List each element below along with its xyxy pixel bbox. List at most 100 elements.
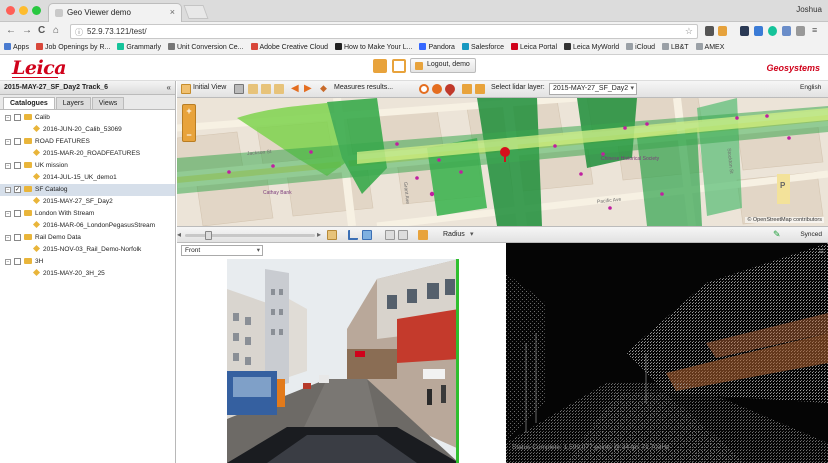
extension-camera-icon[interactable] [782, 26, 791, 36]
close-window-icon[interactable] [6, 6, 15, 15]
save-icon[interactable] [392, 59, 406, 73]
next-extent-icon[interactable]: ▶ [304, 84, 314, 94]
tree-checkbox[interactable] [14, 258, 21, 265]
zoom-in-icon[interactable] [248, 84, 258, 94]
synced-label[interactable]: Synced [800, 231, 822, 238]
expand-toggle-icon[interactable]: − [5, 211, 11, 217]
split-view-icon[interactable] [398, 230, 408, 240]
bookmark-item[interactable]: LB&T [662, 43, 689, 51]
lidar-layer-select[interactable]: 2015-MAY-27_SF_Day2 ▾ [549, 83, 637, 95]
project-icon[interactable] [373, 59, 387, 73]
camera-settings-icon[interactable] [327, 230, 337, 240]
tree-catalog-node[interactable]: − 3H [0, 256, 175, 268]
bookmark-item[interactable]: Grammarly [117, 43, 161, 51]
tree-dataset-node[interactable]: 2015-NOV-03_Rail_Demo-Norfolk [0, 244, 175, 256]
tree-checkbox[interactable] [14, 114, 21, 121]
tree-catalog-node[interactable]: − UK mission [0, 160, 175, 172]
map-zoom-slider[interactable] [183, 117, 195, 129]
tree-catalog-node[interactable]: − ROAD FEATURES [0, 136, 175, 148]
slider-left-icon[interactable]: ◂ [177, 230, 181, 239]
bookmark-star-icon[interactable]: ☆ [685, 26, 693, 37]
collapse-panel-icon[interactable]: « [167, 83, 171, 92]
reload-icon[interactable]: C [38, 25, 45, 36]
language-select[interactable]: English [800, 84, 821, 95]
tree-dataset-node[interactable]: 2015-MAY-27_SF_Day2 [0, 196, 175, 208]
map-zoom-in-button[interactable]: + [183, 105, 195, 117]
pan-hand-icon[interactable] [234, 84, 244, 94]
tab-close-icon[interactable]: × [170, 7, 175, 17]
info-icon[interactable]: ⓘ [75, 27, 83, 38]
tree-checkbox[interactable] [14, 138, 21, 145]
extension-shield-icon[interactable] [740, 26, 749, 36]
tree-dataset-node[interactable]: 2015-MAR-20_ROADFEATURES [0, 148, 175, 160]
timeline-slider[interactable] [185, 231, 315, 240]
grid-icon[interactable] [385, 230, 395, 240]
tree-dataset-node[interactable]: 2016-MAR-06_LondonPegasusStream [0, 220, 175, 232]
axis-icon[interactable] [348, 230, 358, 240]
bookmark-item[interactable]: Pandora [419, 43, 455, 51]
forward-arrow-icon[interactable]: → [22, 25, 32, 36]
previous-extent-icon[interactable]: ◀ [291, 84, 301, 94]
initial-view-button[interactable]: Initial View [193, 84, 226, 95]
bookmark-item[interactable]: Job Openings by R... [35, 43, 110, 51]
extension-star-icon[interactable] [718, 26, 727, 36]
street-image-view[interactable] [227, 259, 459, 463]
bookmark-item[interactable]: Salesforce [461, 43, 504, 51]
map-zoom-out-button[interactable]: − [183, 129, 195, 141]
logout-button[interactable]: Logout, demo [410, 58, 476, 73]
back-arrow-icon[interactable]: ← [6, 25, 16, 36]
new-tab-button[interactable] [183, 5, 209, 19]
extension-tag-icon[interactable] [754, 26, 763, 36]
tree-catalog-node[interactable]: − Calib [0, 112, 175, 124]
measures-results-button[interactable]: Measures results... [334, 84, 393, 95]
map-view[interactable]: + − P Jackson St Grant Ave Stockton St P… [177, 98, 828, 226]
camera-view-select[interactable]: Front ▾ [181, 245, 263, 256]
minimize-window-icon[interactable] [19, 6, 28, 15]
tree-checkbox[interactable] [14, 210, 21, 217]
bookmark-item[interactable]: AMEX [695, 43, 724, 51]
tab-layers[interactable]: Layers [55, 97, 91, 109]
profile-name[interactable]: Joshua [796, 5, 822, 14]
tab-views[interactable]: Views [91, 97, 125, 109]
hamburger-menu-icon[interactable]: ≡ [819, 246, 824, 256]
expand-toggle-icon[interactable]: − [5, 163, 11, 169]
bookmark-item[interactable]: iCloud [626, 43, 655, 51]
export-icon[interactable] [475, 84, 485, 94]
radius-select[interactable]: Radius [443, 231, 465, 242]
browser-menu-icon[interactable]: ≡ [812, 26, 821, 36]
layer-settings-icon[interactable] [462, 84, 472, 94]
tree-dataset-node[interactable]: 2016-JUN-20_Calib_53069 [0, 124, 175, 136]
maximize-window-icon[interactable] [32, 6, 41, 15]
bookmark-item[interactable]: Adobe Creative Cloud [250, 43, 328, 51]
tree-dataset-node[interactable]: 2014-JUL-15_UK_demo1 [0, 172, 175, 184]
bookmark-item[interactable]: Leica Portal [511, 43, 557, 51]
play-icon[interactable] [418, 230, 428, 240]
tree-checkbox[interactable] [14, 234, 21, 241]
tree-dataset-node[interactable]: 2015-MAY-20_3H_25 [0, 268, 175, 280]
address-bar[interactable]: ⓘ 52.9.73.121/test/ ☆ [70, 24, 698, 39]
pointcloud-view[interactable]: ≡ Status Complete: 1,599,077 points @ 34… [506, 243, 828, 463]
bookmark-item[interactable]: How to Make Your L... [335, 43, 412, 51]
map-pin-icon[interactable] [442, 81, 458, 97]
browser-tab[interactable]: Geo Viewer demo × [48, 3, 182, 22]
measure-icon[interactable]: ◆ [320, 84, 330, 94]
tree-checkbox[interactable] [14, 162, 21, 169]
expand-toggle-icon[interactable]: − [5, 235, 11, 241]
slider-right-icon[interactable]: ▸ [317, 230, 321, 239]
expand-toggle-icon[interactable]: − [5, 139, 11, 145]
expand-toggle-icon[interactable]: − [5, 259, 11, 265]
map-attribution[interactable]: © OpenStreetMap contributors [745, 217, 824, 223]
extension-puzzle-icon[interactable] [796, 26, 805, 36]
tab-catalogues[interactable]: Catalogues [3, 97, 55, 109]
tree-checkbox[interactable]: ✓ [14, 186, 21, 193]
map-zoom-control[interactable]: + − [182, 104, 196, 142]
record-icon[interactable] [432, 84, 442, 94]
bookmark-item[interactable]: Apps [4, 43, 29, 51]
expand-toggle-icon[interactable]: − [5, 115, 11, 121]
bookmark-item[interactable]: Leica MyWorld [564, 43, 619, 51]
extension-pen-icon[interactable] [705, 26, 714, 36]
display-mode-icon[interactable] [362, 230, 372, 240]
zoom-out-icon[interactable] [261, 84, 271, 94]
extension-grammarly-icon[interactable] [768, 26, 777, 36]
timeline-slider-knob[interactable] [205, 231, 212, 240]
